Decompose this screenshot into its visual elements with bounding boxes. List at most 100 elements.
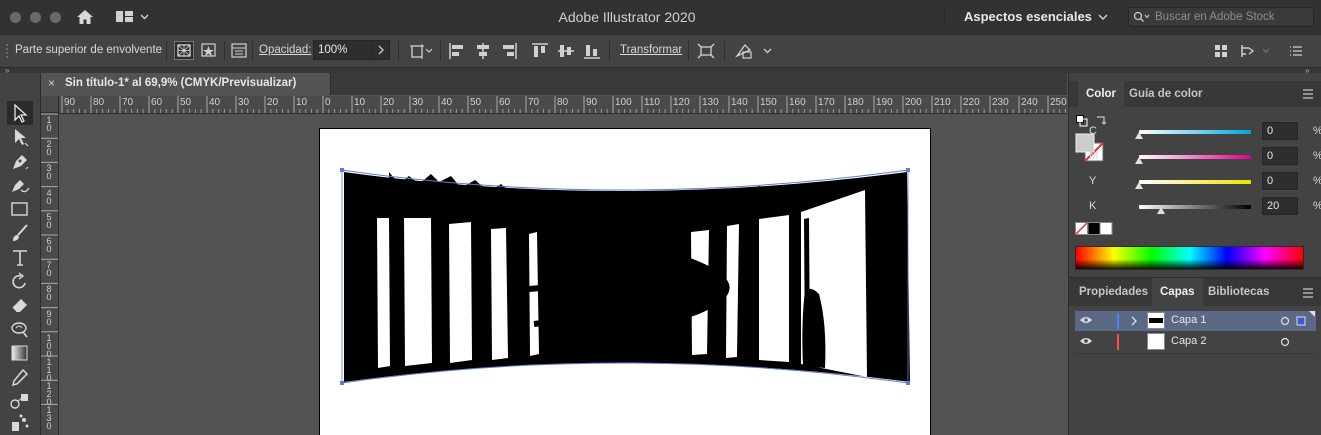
vertical-ruler[interactable]: 1 0 2 0 3 0 4 0 5 0 6 0 7 0 8 0 9 0 1 0 01 1 01 2…: [41, 96, 59, 435]
ruler-label: 4 0: [46, 187, 52, 206]
slider-value-field[interactable]: [1262, 122, 1298, 140]
panel-menu-icon[interactable]: [1289, 45, 1303, 57]
slider-value-field[interactable]: [1262, 197, 1298, 215]
align-left-icon[interactable]: [448, 42, 466, 60]
blend-tool-button[interactable]: [8, 390, 32, 412]
tab-libraries[interactable]: Bibliotecas: [1200, 278, 1277, 306]
panel-menu-icon[interactable]: [1302, 288, 1314, 298]
gradient-tool-button[interactable]: [8, 342, 32, 364]
close-document-icon[interactable]: ×: [48, 76, 55, 90]
align-top-icon[interactable]: [531, 42, 549, 60]
tab-properties[interactable]: Propiedades: [1071, 278, 1156, 306]
ruler-label: 90: [64, 97, 76, 108]
eraser-icon: [11, 299, 27, 313]
opacity-field[interactable]: [313, 40, 375, 60]
target-circle-icon[interactable]: [1280, 337, 1290, 347]
paintbrush-tool-button[interactable]: [8, 222, 32, 244]
default-fill-stroke-icon[interactable]: [1076, 115, 1088, 127]
stock-search-box[interactable]: [1128, 7, 1314, 27]
ruler-label: 230: [992, 97, 1009, 108]
percent-unit: %: [1313, 175, 1321, 187]
arrange-panels-icon[interactable]: [1214, 44, 1228, 58]
color-spectrum[interactable]: [1075, 246, 1304, 270]
ruler-label: 50: [180, 97, 192, 108]
eyedropper-tool-button[interactable]: [8, 366, 32, 388]
eraser-tool-button[interactable]: [8, 294, 32, 316]
selection-indicator-icon[interactable]: [1296, 316, 1306, 326]
anchor-point: [906, 168, 910, 172]
tab-layers[interactable]: Capas: [1152, 278, 1203, 306]
slider-label: Y: [1089, 175, 1097, 187]
ruler-label: 150: [760, 97, 777, 108]
curvature-tool-button[interactable]: [8, 174, 32, 196]
align-vertical-center-icon[interactable]: [557, 42, 575, 60]
document-tab[interactable]: × Sin título-1* al 69,9% (CMYK/Previsual…: [41, 73, 331, 95]
ruler-label: 1 3 0: [46, 405, 52, 432]
selection-tool-button[interactable]: [7, 101, 33, 125]
layer-name[interactable]: Capa 1: [1171, 314, 1206, 326]
ruler-origin[interactable]: [41, 96, 59, 113]
opacity-dropdown-button[interactable]: [372, 40, 390, 60]
puppet-warp-icon[interactable]: [1240, 43, 1274, 59]
slider-track[interactable]: [1139, 130, 1251, 134]
chevron-down-icon[interactable]: [1098, 13, 1108, 21]
canvas-area[interactable]: [59, 114, 1067, 435]
slider-track[interactable]: [1139, 155, 1251, 159]
isolate-object-icon[interactable]: [696, 42, 716, 60]
divider: [688, 41, 689, 61]
slider-track[interactable]: [1139, 180, 1251, 184]
slider-thumb[interactable]: [1135, 157, 1143, 164]
rotate-tool-button[interactable]: [8, 270, 32, 292]
eyedropper-icon: [11, 368, 29, 387]
opacity-label[interactable]: Opacidad:: [259, 44, 311, 56]
target-circle-icon[interactable]: [1280, 316, 1290, 326]
stock-search-input[interactable]: [1155, 10, 1305, 24]
ruler-label: 160: [789, 97, 806, 108]
symbol-sprayer-icon: [12, 414, 29, 431]
ruler-label: 60: [151, 97, 163, 108]
slider-value-field[interactable]: [1262, 172, 1298, 190]
curvature-icon: [12, 180, 30, 193]
rectangle-tool-button[interactable]: [8, 198, 32, 220]
align-bottom-icon[interactable]: [583, 42, 601, 60]
ruler-label: 10: [354, 97, 366, 108]
slider-thumb[interactable]: [1135, 132, 1143, 139]
tab-color-guide[interactable]: Guía de color: [1121, 81, 1211, 107]
edit-contents-button[interactable]: [199, 41, 219, 60]
recolor-artwork-icon[interactable]: [734, 42, 774, 60]
warp-tool-button[interactable]: [8, 318, 32, 340]
transform-link[interactable]: Transformar: [620, 44, 682, 56]
align-right-icon[interactable]: [500, 42, 518, 60]
visibility-eye-icon[interactable]: [1079, 336, 1093, 346]
direct-selection-tool-button[interactable]: [8, 126, 32, 148]
type-tool-button[interactable]: [8, 246, 32, 268]
quick-swatches[interactable]: [1075, 222, 1113, 236]
rotate-icon: [12, 272, 26, 289]
panel-menu-icon[interactable]: [1302, 89, 1314, 99]
envelope-artwork[interactable]: [59, 114, 1067, 435]
tab-color[interactable]: Color: [1078, 81, 1125, 107]
layer-row[interactable]: Capa 2: [1075, 332, 1316, 352]
align-to-selection-icon[interactable]: [407, 41, 435, 61]
divider: [166, 41, 167, 61]
slider-track[interactable]: [1139, 205, 1251, 209]
layer-row[interactable]: Capa 1: [1075, 311, 1316, 331]
expand-chevron-icon[interactable]: [1130, 316, 1138, 326]
align-horizontal-center-icon[interactable]: [474, 42, 492, 60]
pen-tool-button[interactable]: [8, 150, 32, 172]
horizontal-ruler[interactable]: 90 80 70 60 50 40 30 20 10 0 10 20 30 40 50 60 70 80 90 100…: [59, 96, 1067, 114]
selection-type-label: Parte superior de envolvente: [15, 44, 163, 56]
ruler-label: 70: [528, 97, 540, 108]
envelope-options-icon[interactable]: [230, 42, 248, 59]
slider-thumb[interactable]: [1135, 182, 1143, 189]
visibility-eye-icon[interactable]: [1079, 315, 1093, 325]
ruler-label: 210: [934, 97, 951, 108]
slider-value-field[interactable]: [1262, 147, 1298, 165]
symbol-sprayer-tool-button[interactable]: [8, 412, 32, 434]
slider-thumb[interactable]: [1157, 207, 1166, 214]
divider: [398, 41, 399, 61]
layer-name[interactable]: Capa 2: [1171, 335, 1206, 347]
slider-label: C: [1089, 125, 1097, 137]
workspace-switcher[interactable]: Aspectos esenciales: [964, 9, 1092, 24]
edit-envelope-button[interactable]: [174, 41, 194, 60]
